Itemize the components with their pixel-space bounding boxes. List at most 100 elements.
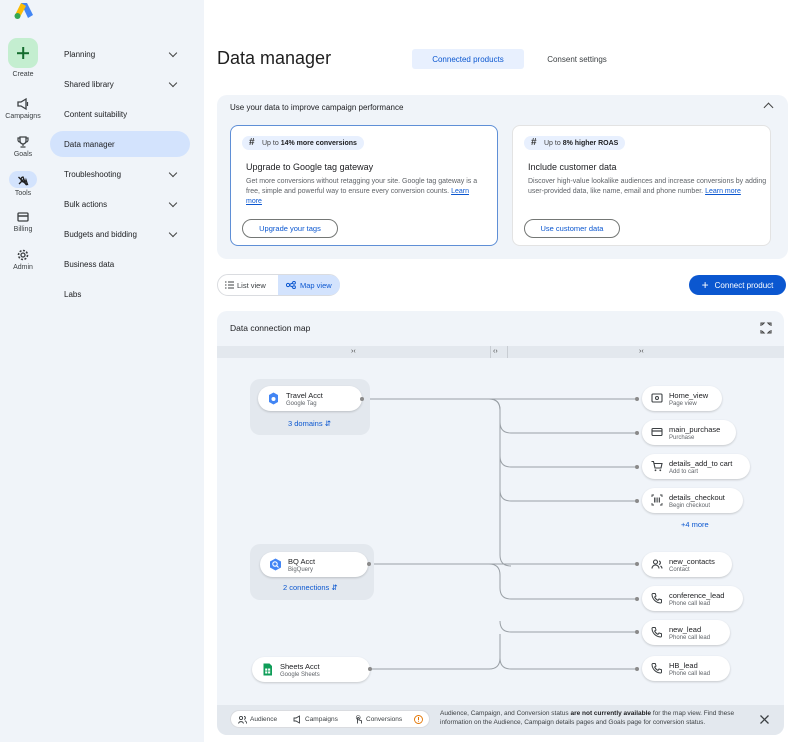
chip-prefix: Up to [262, 139, 279, 147]
list-icon [225, 281, 234, 289]
rail-item-campaigns[interactable]: Campaigns [0, 97, 46, 120]
dest-type: Contact [669, 567, 690, 573]
dest-name: details_add_to cart [669, 459, 733, 468]
more-destinations-link[interactable]: +4 more [681, 520, 709, 529]
data-connection-map: Data connection map ›‹ ‹› ›‹ Travel Acct… [217, 311, 784, 735]
page-title: Data manager [217, 48, 332, 68]
nav-label: Data manager [64, 139, 115, 149]
nav-item-business-data[interactable]: Business data [50, 251, 190, 277]
connections-link[interactable]: 2 connections ⇵ [283, 583, 338, 592]
promo-card-tag-gateway: # Up to 14% more conversions Upgrade to G… [230, 125, 498, 246]
nav-item-planning[interactable]: Planning [50, 41, 190, 67]
purchase-card-icon [651, 427, 663, 437]
card-description: Discover high-value lookalike audiences … [528, 177, 768, 197]
tools-icon [9, 171, 37, 188]
rail-item-create[interactable]: Create [0, 38, 46, 78]
dest-name: main_purchase [669, 425, 721, 434]
secondary-nav: Planning Shared library Content suitabil… [46, 0, 204, 742]
dest-node-details-add-to-cart[interactable]: details_add_to cart Add to cart [642, 454, 750, 479]
rail-item-billing[interactable]: Billing [0, 210, 46, 233]
dest-node-details-checkout[interactable]: details_checkout Begin checkout [642, 488, 743, 513]
legend-conversions: Conversions [354, 715, 402, 724]
dest-node-conference-lead[interactable]: conference_lead Phone call lead [642, 586, 743, 611]
dest-name: new_contacts [669, 557, 715, 566]
google-ads-logo[interactable] [13, 2, 35, 20]
plus-icon [8, 38, 38, 68]
nav-item-budgets-and-bidding[interactable]: Budgets and bidding [50, 221, 190, 247]
source-node-travel-acct[interactable]: Travel Acct Google Tag [258, 386, 362, 411]
left-rail: Create Campaigns Goals Tools Billing Adm… [0, 0, 46, 742]
close-icon[interactable] [759, 714, 770, 725]
source-type: BigQuery [288, 567, 314, 573]
view-toggle: List view Map view [217, 274, 340, 296]
source-name: Sheets Acct [280, 662, 320, 671]
rail-item-goals[interactable]: Goals [0, 135, 46, 158]
nav-item-content-suitability[interactable]: Content suitability [50, 101, 190, 127]
legend-campaigns: Campaigns [293, 715, 338, 724]
card-desc-text: Get more conversions without retagging y… [246, 178, 478, 195]
tab-connected-products[interactable]: Connected products [412, 49, 524, 69]
nav-item-troubleshooting[interactable]: Troubleshooting [50, 161, 190, 187]
connect-product-button[interactable]: + Connect product [689, 275, 786, 295]
dest-node-home-view[interactable]: Home_view Page view [642, 386, 722, 411]
map-view-option[interactable]: Map view [278, 275, 340, 295]
page-view-icon [651, 393, 663, 403]
dest-type: Phone call lead [669, 635, 711, 641]
megaphone-icon [17, 97, 29, 111]
note-text-a: Audience, Campaign, and Conversion statu… [440, 710, 571, 717]
contact-icon [651, 559, 663, 569]
chip-highlight: 8% higher ROAS [562, 139, 619, 147]
phone-icon [651, 663, 662, 674]
note-text-bold: are not currently available [570, 710, 652, 717]
source-node-bq-acct[interactable]: BQ Acct BigQuery [260, 552, 368, 577]
chevron-down-icon [168, 228, 178, 238]
phone-icon [651, 593, 662, 604]
expand-vertical-icon: ⇵ [331, 583, 338, 592]
plus-icon: + [701, 278, 709, 292]
dest-type: Phone call lead [669, 601, 711, 607]
dest-node-main-purchase[interactable]: main_purchase Purchase [642, 420, 736, 445]
nav-label: Content suitability [64, 109, 128, 119]
dest-name: new_lead [669, 625, 702, 634]
chevron-down-icon [168, 168, 178, 178]
nav-label: Planning [64, 49, 96, 59]
nav-label: Labs [64, 289, 82, 299]
dest-node-new-lead[interactable]: new_lead Phone call lead [642, 620, 730, 645]
rail-label: Tools [14, 190, 32, 197]
card-title: Upgrade to Google tag gateway [246, 162, 374, 172]
nav-item-labs[interactable]: Labs [50, 281, 190, 307]
dest-node-hb-lead[interactable]: HB_lead Phone call lead [642, 656, 730, 681]
port-dot [635, 397, 639, 401]
list-view-option[interactable]: List view [218, 275, 278, 295]
domains-link-label: 3 domains [288, 419, 323, 428]
chevron-up-icon[interactable] [763, 102, 774, 113]
promo-heading: Use your data to improve campaign perfor… [230, 103, 404, 112]
benefit-chip: # Up to 14% more conversions [242, 136, 364, 150]
port-dot [635, 465, 639, 469]
source-node-sheets-acct[interactable]: Sheets Acct Google Sheets [252, 657, 370, 682]
rail-label: Goals [13, 151, 33, 158]
tab-consent-settings[interactable]: Consent settings [526, 49, 628, 69]
upgrade-tags-button[interactable]: Upgrade your tags [242, 219, 338, 238]
status-availability-note: Audience, Campaign, and Conversion statu… [440, 710, 750, 727]
dest-type: Phone call lead [669, 671, 711, 677]
rail-item-tools[interactable]: Tools [0, 171, 46, 197]
dest-node-new-contacts[interactable]: new_contacts Contact [642, 552, 732, 577]
use-customer-data-button[interactable]: Use customer data [524, 219, 620, 238]
nav-item-data-manager[interactable]: Data manager [50, 131, 190, 157]
card-title: Include customer data [528, 162, 617, 172]
domains-link[interactable]: 3 domains ⇵ [288, 419, 331, 428]
legend-pill: Audience Campaigns Conversions [230, 710, 430, 728]
dest-type: Purchase [669, 435, 695, 441]
dest-name: details_checkout [669, 493, 725, 502]
info-warning-icon[interactable] [414, 715, 423, 724]
map-status-bar: Audience Campaigns Conversions Audience,… [217, 705, 784, 735]
nav-item-shared-library[interactable]: Shared library [50, 71, 190, 97]
chip-prefix: Up to [544, 139, 561, 147]
nav-item-bulk-actions[interactable]: Bulk actions [50, 191, 190, 217]
port-dot [635, 630, 639, 634]
chevron-down-icon [168, 48, 178, 58]
rail-label: Admin [13, 264, 33, 271]
rail-item-admin[interactable]: Admin [0, 248, 46, 271]
learn-more-link[interactable]: Learn more [705, 188, 741, 195]
